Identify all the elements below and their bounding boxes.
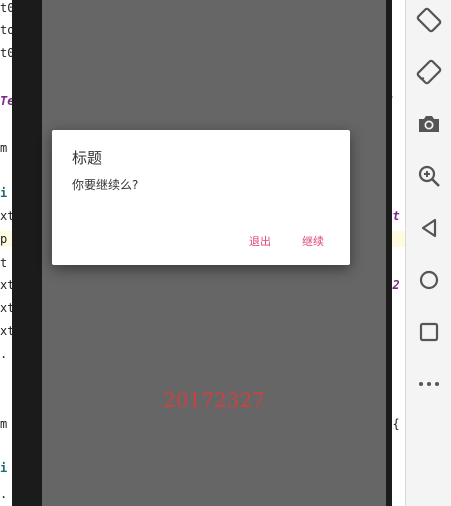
- zoom-in-icon: [418, 165, 440, 187]
- home-button[interactable]: [406, 260, 451, 300]
- dialog-title: 标题: [72, 149, 103, 167]
- continue-button[interactable]: 继续: [296, 229, 330, 253]
- rotate-left-button[interactable]: [406, 0, 451, 40]
- rotate-left-icon: [416, 7, 442, 33]
- code-line: .: [0, 487, 8, 501]
- code-line: t: [0, 256, 8, 270]
- screenshot-button[interactable]: [406, 104, 451, 144]
- back-button[interactable]: [406, 208, 451, 248]
- code-line: .: [0, 347, 8, 361]
- code-line: m: [0, 141, 8, 155]
- back-icon: [421, 218, 437, 238]
- camera-icon: [419, 116, 439, 132]
- overview-button[interactable]: [406, 312, 451, 352]
- more-icon: [419, 382, 439, 386]
- home-icon: [419, 270, 439, 290]
- alert-dialog: 标题 你要继续么? 退出 继续: [52, 130, 350, 265]
- more-button[interactable]: [406, 364, 451, 404]
- exit-button[interactable]: 退出: [243, 229, 277, 253]
- code-line: i: [0, 186, 8, 200]
- dialog-message: 你要继续么?: [72, 178, 139, 192]
- rotate-right-button[interactable]: [406, 52, 451, 92]
- rotate-right-icon: [416, 59, 442, 85]
- student-id-text: 20172327: [163, 388, 265, 412]
- code-line: i: [0, 461, 8, 475]
- overview-icon: [419, 322, 439, 342]
- zoom-button[interactable]: [406, 156, 451, 196]
- code-line: m: [0, 417, 8, 431]
- emulator-toolbar: [405, 0, 451, 506]
